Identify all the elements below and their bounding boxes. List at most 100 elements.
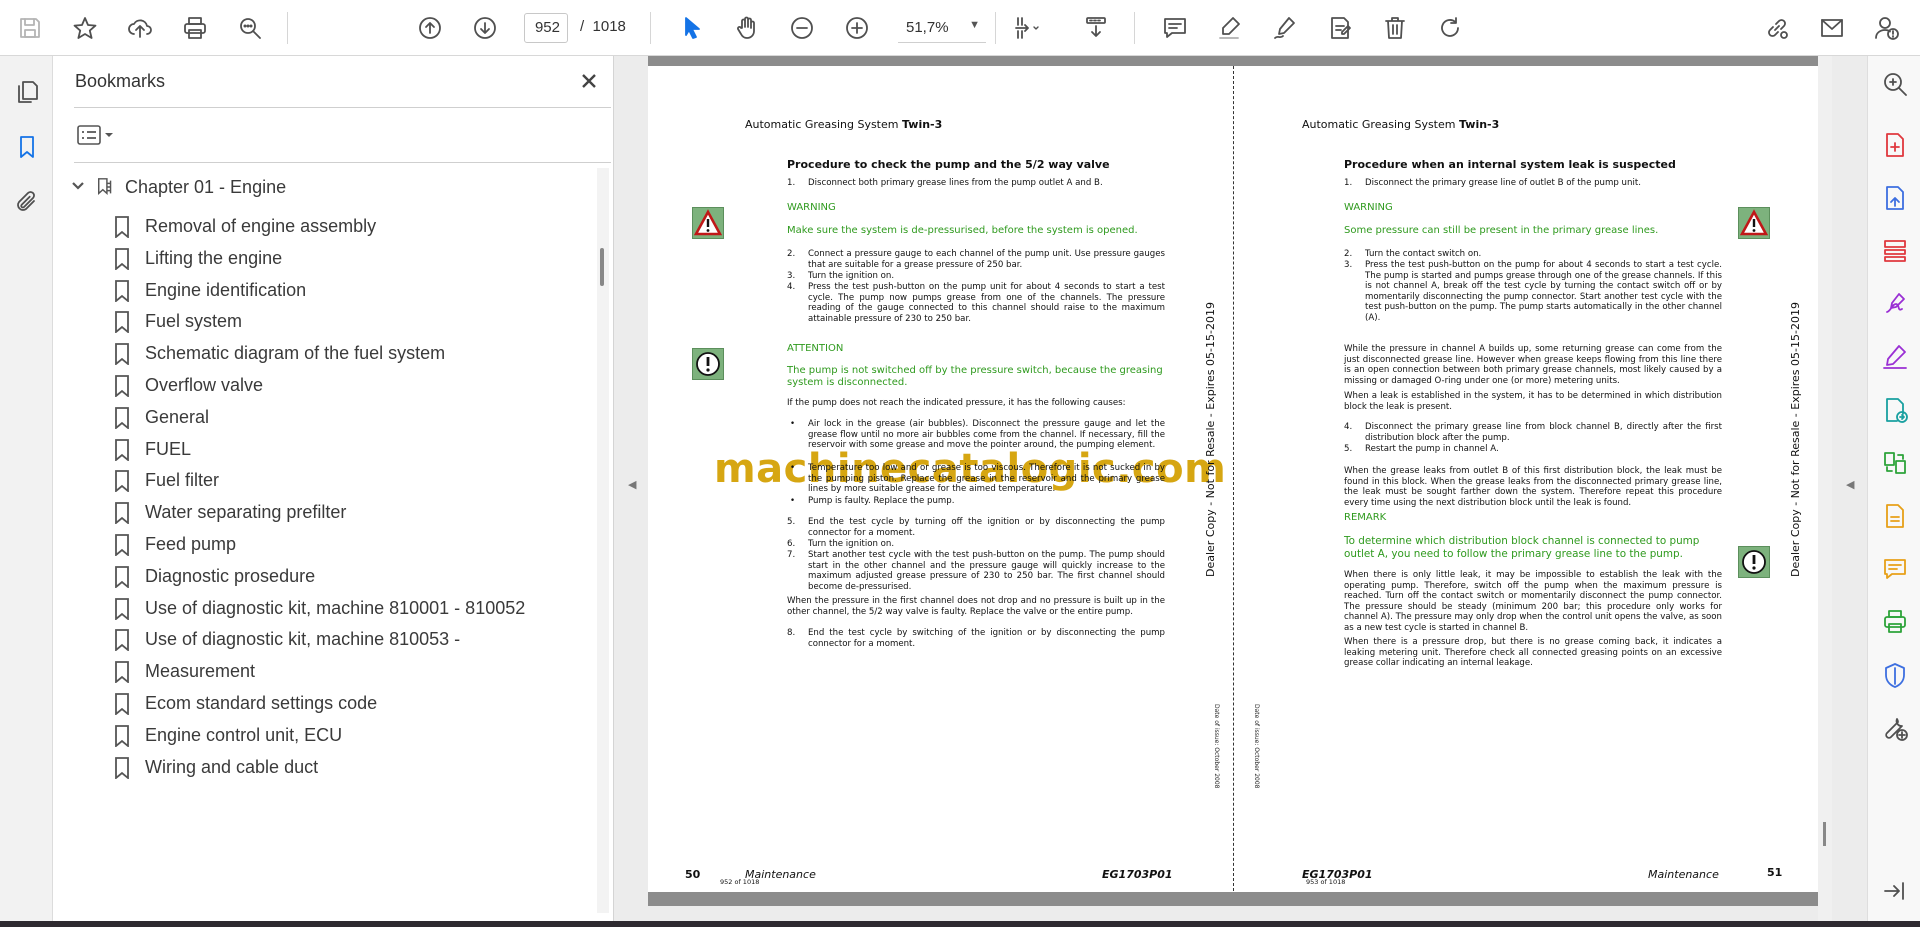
bookmark-label: Fuel filter xyxy=(145,470,220,491)
footer-code: EG1703P01 xyxy=(1102,868,1173,881)
create-pdf-icon[interactable] xyxy=(1880,130,1910,160)
bookmark-icon xyxy=(114,693,134,716)
page-up-icon[interactable] xyxy=(410,8,450,48)
share-link-icon[interactable] xyxy=(1757,8,1797,48)
print-icon[interactable] xyxy=(175,8,215,48)
bookmark-label: Fuel system xyxy=(145,311,243,332)
bookmark-icon xyxy=(114,406,134,430)
pages-icon[interactable] xyxy=(8,73,46,111)
zoom-in-icon[interactable] xyxy=(837,8,877,48)
export-pdf-icon[interactable] xyxy=(1880,183,1910,213)
export-file-icon[interactable] xyxy=(1880,501,1910,531)
bookmark-label: Use of diagnostic kit, machine 810001 - … xyxy=(145,597,526,618)
scrollbar-thumb[interactable] xyxy=(1823,822,1826,846)
bookmark-label: Feed pump xyxy=(145,534,237,554)
scroll-mode-icon[interactable] xyxy=(1076,8,1116,48)
bookmark-tree: Chapter 01 - Engine Removal of engine as… xyxy=(54,168,594,913)
edit-pdf-icon[interactable] xyxy=(1880,342,1910,372)
divider xyxy=(74,162,611,163)
highlight-icon[interactable] xyxy=(1210,8,1250,48)
fill-sign-icon[interactable] xyxy=(1880,289,1910,319)
bookmark-options-button[interactable] xyxy=(76,120,126,150)
close-icon[interactable] xyxy=(574,66,604,96)
delete-icon[interactable] xyxy=(1375,8,1415,48)
step-text: Connect a pressure gauge to each channel… xyxy=(808,249,1165,270)
paragraph: When there is a pressure drop, but there… xyxy=(1344,637,1722,669)
save-icon[interactable] xyxy=(10,8,50,48)
divider xyxy=(74,107,611,108)
bullet-text: Temperature too low and or grease is too… xyxy=(808,463,1165,495)
bookmark-icon xyxy=(114,724,134,748)
warning-text: Make sure the system is de-pressurised, … xyxy=(787,225,1138,236)
paragraph: When there is only little leak, it may b… xyxy=(1344,570,1722,633)
mail-icon[interactable] xyxy=(1812,8,1852,48)
step: 1. Disconnect the primary grease line of … xyxy=(1344,178,1641,188)
compare-icon[interactable] xyxy=(1880,448,1910,478)
bookmark-label: FUEL xyxy=(145,438,192,459)
step-text: Disconnect the primary grease line of ou… xyxy=(1365,178,1641,188)
page-number-input[interactable]: 952 xyxy=(524,13,568,43)
zoom-value: 51,7% xyxy=(906,19,949,36)
select-cursor-icon[interactable] xyxy=(672,8,712,48)
bookmark-label: Engine control unit, ECU xyxy=(145,724,343,745)
bookmark-icon xyxy=(114,375,134,398)
collapse-left-panel-icon[interactable]: ◀ xyxy=(628,478,636,491)
search-zoom-icon[interactable] xyxy=(230,8,270,48)
toolbar-separator xyxy=(650,12,651,44)
remark-label: REMARK xyxy=(1344,512,1387,523)
bookmark-chapter[interactable]: Chapter 01 - Engine xyxy=(54,168,594,207)
warning-sign-icon xyxy=(1738,207,1770,239)
step-text: Disconnect both primary grease lines fro… xyxy=(808,178,1103,188)
rotate-icon[interactable] xyxy=(1430,8,1470,48)
zoom-dropdown[interactable]: 51,7% ▼ xyxy=(898,13,986,43)
hand-icon[interactable] xyxy=(727,8,767,48)
fit-page-icon[interactable] xyxy=(1006,8,1046,48)
zoom-search-icon[interactable] xyxy=(1880,69,1910,99)
step: 4. Press the test push-button on the pump… xyxy=(787,282,1165,324)
pdf-page-spread: machinecatalogic.com Automatic Greasing … xyxy=(648,56,1818,906)
page-down-icon[interactable] xyxy=(465,8,505,48)
main-toolbar: 952 / 1018 51,7% ▼ xyxy=(0,0,1920,56)
remark-text: To determine which distribution block ch… xyxy=(1344,535,1700,560)
warning-label: WARNING xyxy=(787,202,836,213)
bookmark-icon xyxy=(114,661,134,685)
bookmark-item[interactable]: Wiring and cable duct xyxy=(54,748,594,787)
collapse-right-panel-icon[interactable]: ◀ xyxy=(1846,478,1854,491)
paragraph: While the pressure in channel A builds u… xyxy=(1344,344,1722,386)
star-icon[interactable] xyxy=(65,8,105,48)
print-production-icon[interactable] xyxy=(1880,607,1910,637)
comment-icon[interactable] xyxy=(1880,554,1910,584)
date-of-issue: Date of issue: October 2008 xyxy=(1213,704,1220,789)
organize-pages-icon[interactable] xyxy=(1880,236,1910,266)
account-icon[interactable] xyxy=(1867,8,1907,48)
comment-icon[interactable] xyxy=(1155,8,1195,48)
bookmark-label: Use of diagnostic kit, machine 810053 - xyxy=(145,629,461,650)
attachment-icon[interactable] xyxy=(8,183,46,221)
more-tools-icon[interactable] xyxy=(1880,713,1910,743)
viewer-scrollbar[interactable] xyxy=(1818,56,1832,921)
tools-rail xyxy=(1867,56,1920,921)
send-review-icon[interactable] xyxy=(1880,395,1910,425)
right-heading: Procedure when an internal system leak i… xyxy=(1344,158,1676,171)
stamp-icon[interactable] xyxy=(1320,8,1360,48)
step: 3. Press the test push-button on the pump… xyxy=(1344,260,1722,323)
page-of-label: 953 of 1018 xyxy=(1306,878,1346,886)
bookmarks-panel: Bookmarks Chapter 01 - Engine Removal of… xyxy=(54,56,614,921)
bookmark-icon[interactable] xyxy=(8,128,46,166)
bookmark-icon xyxy=(114,756,134,780)
bookmark-icon xyxy=(114,216,134,239)
protect-icon[interactable] xyxy=(1880,660,1910,690)
step: 8. End the test cycle by switching of the… xyxy=(787,628,1165,649)
expand-icon[interactable] xyxy=(1880,876,1910,906)
page-separator: / xyxy=(580,18,585,35)
draw-icon[interactable] xyxy=(1265,8,1305,48)
chevron-down-icon[interactable] xyxy=(70,178,88,196)
scrollbar-thumb[interactable] xyxy=(600,248,604,286)
panel-scrollbar[interactable] xyxy=(597,168,609,913)
bookmark-label: Wiring and cable duct xyxy=(145,756,319,777)
upload-icon[interactable] xyxy=(120,8,160,48)
step: 1. Disconnect both primary grease lines f… xyxy=(787,178,1103,188)
zoom-out-icon[interactable] xyxy=(782,8,822,48)
attention-icon xyxy=(692,348,724,380)
step: 2. Connect a pressure gauge to each chann… xyxy=(787,249,1165,270)
